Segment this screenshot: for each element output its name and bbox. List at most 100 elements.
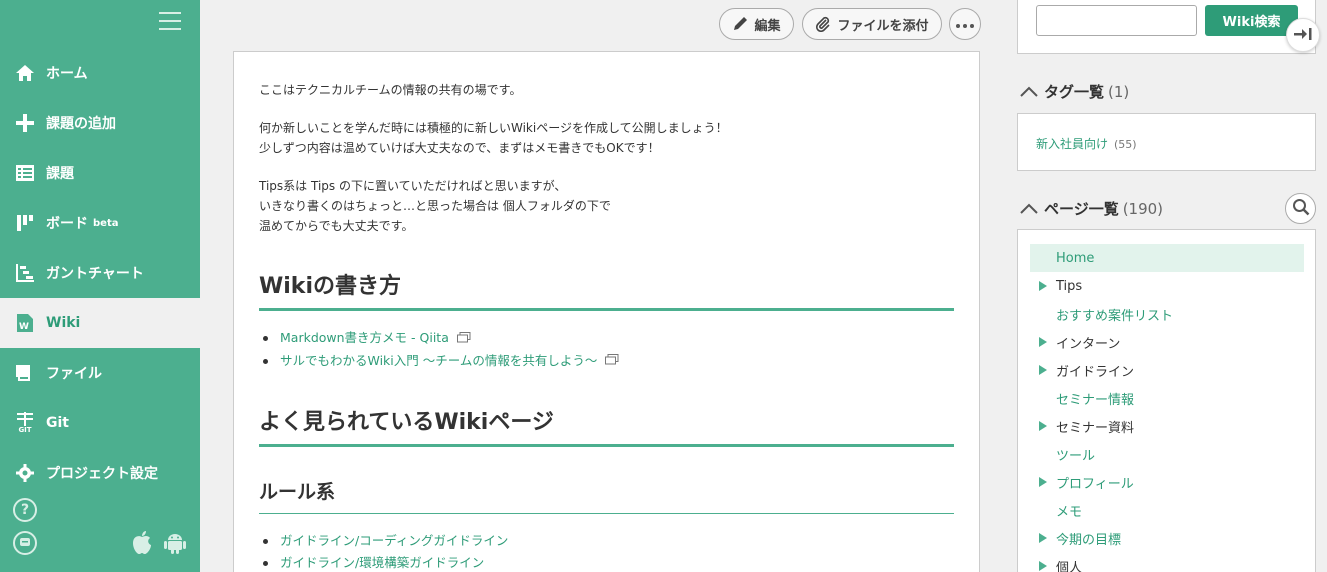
- expand-triangle-icon[interactable]: [1030, 477, 1056, 487]
- sidebar-item-label: 課題の追加: [46, 116, 116, 132]
- attach-button-label: ファイルを添付: [837, 18, 929, 34]
- page-tree-item[interactable]: Tips: [1030, 272, 1304, 300]
- sidebar-item-label: ガントチャート: [46, 266, 144, 282]
- paragraph-line: 温めてからでも大丈夫です。: [259, 219, 414, 233]
- sidebar-item-issues[interactable]: 課題: [0, 148, 200, 198]
- page-tree-item[interactable]: 個人: [1030, 552, 1304, 572]
- git-sub-label: GIT: [18, 426, 32, 434]
- list-item: ガイドライン/環境構築ガイドライン: [259, 552, 954, 572]
- sidebar-item-project-settings[interactable]: プロジェクト設定: [0, 448, 200, 498]
- page-tree-label: ガイドライン: [1056, 364, 1135, 380]
- ellipsis-icon: [956, 17, 974, 32]
- gear-icon: [14, 462, 36, 484]
- collapse-panel-button[interactable]: [1286, 18, 1320, 52]
- page-tree-item[interactable]: おすすめ案件リスト: [1030, 300, 1304, 328]
- page-tree-item[interactable]: ツール: [1030, 440, 1304, 468]
- edit-button[interactable]: 編集: [719, 8, 794, 40]
- tag-label: 新入社員向け: [1036, 137, 1109, 151]
- wiki-icon: W: [14, 312, 36, 334]
- page-tree-item[interactable]: セミナー資料: [1030, 412, 1304, 440]
- page-list-title: ページ一覧: [1044, 200, 1119, 218]
- expand-triangle-icon[interactable]: [1030, 533, 1056, 543]
- heading-popular: よく見られているWikiページ: [259, 404, 954, 447]
- page-tree-item[interactable]: ガイドライン: [1030, 356, 1304, 384]
- sidebar-item-label: ファイル: [46, 366, 102, 382]
- sidebar-item-files[interactable]: ファイル: [0, 348, 200, 398]
- more-options-button[interactable]: [949, 8, 981, 40]
- sidebar-item-label: ボード: [46, 216, 88, 232]
- svg-text:W: W: [19, 322, 29, 332]
- markdown-memo-link[interactable]: Markdown書き方メモ - Qiita: [280, 330, 449, 345]
- beta-badge: beta: [93, 217, 119, 229]
- plus-icon: [14, 112, 36, 134]
- expand-triangle-icon[interactable]: [1030, 337, 1056, 347]
- gantt-icon: [14, 262, 36, 284]
- page-tree-item[interactable]: セミナー情報: [1030, 384, 1304, 412]
- chevron-up-icon: [1020, 203, 1038, 214]
- paragraph-line: いきなり書くのはちょっと…と思った場合は 個人フォルダの下で: [259, 199, 611, 213]
- page-tree-label: ツール: [1056, 448, 1096, 464]
- sidebar-item-wiki[interactable]: W Wiki: [0, 298, 200, 348]
- sidebar-item-home[interactable]: ホーム: [0, 48, 200, 98]
- list-icon: [14, 162, 36, 184]
- sidebar-item-git[interactable]: GIT Git: [0, 398, 200, 448]
- expand-triangle-icon[interactable]: [1030, 561, 1056, 571]
- list-item: ガイドライン/コーディングガイドライン: [259, 530, 954, 552]
- page-tree-item[interactable]: プロフィール: [1030, 468, 1304, 496]
- page-tree-item[interactable]: 今期の目標: [1030, 524, 1304, 552]
- sidebar-item-label: Git: [46, 415, 69, 431]
- sidebar-item-board[interactable]: ボード beta: [0, 198, 200, 248]
- coding-guideline-link[interactable]: ガイドライン/コーディングガイドライン: [280, 533, 508, 548]
- page-list-toggle[interactable]: ページ一覧 (190): [1020, 198, 1163, 219]
- page-tree-item[interactable]: Home: [1030, 244, 1304, 272]
- edit-button-label: 編集: [754, 18, 781, 34]
- attach-file-button[interactable]: ファイルを添付: [802, 8, 942, 40]
- tag-list-count: (1): [1108, 82, 1130, 101]
- sidebar-item-gantt[interactable]: ガントチャート: [0, 248, 200, 298]
- env-guideline-link[interactable]: ガイドライン/環境構築ガイドライン: [280, 555, 484, 570]
- tag-list-title: タグ一覧: [1044, 83, 1105, 101]
- page-tree-label: セミナー情報: [1056, 392, 1135, 408]
- chat-icon[interactable]: [13, 531, 37, 555]
- paragraph: 何か新しいことを学んだ時には積極的に新しいWikiページを作成して公開しましょう…: [259, 118, 954, 158]
- intro-text: ここはテクニカルチームの情報の共有の場です。: [259, 83, 522, 97]
- page-tree-label: プロフィール: [1056, 476, 1134, 492]
- tag-count: (55): [1114, 138, 1137, 151]
- search-icon: [1292, 198, 1310, 220]
- expand-triangle-icon[interactable]: [1030, 421, 1056, 431]
- page-tree-item[interactable]: インターン: [1030, 328, 1304, 356]
- expand-triangle-icon[interactable]: [1030, 365, 1056, 375]
- external-link-icon: [605, 350, 619, 372]
- howto-link-list: Markdown書き方メモ - Qiita サルでもわかるWiki入門 〜チーム…: [259, 327, 954, 372]
- sidebar: ホーム 課題の追加 課題 ボード beta ガントチャート W Wiki ファイ…: [0, 0, 200, 572]
- wiki-content: ここはテクニカルチームの情報の共有の場です。 何か新しいことを学んだ時には積極的…: [233, 51, 980, 572]
- wiki-intro-link[interactable]: サルでもわかるWiki入門 〜チームの情報を共有しよう〜: [280, 353, 597, 368]
- help-icon[interactable]: ?: [13, 498, 37, 522]
- page-tree-item[interactable]: メモ: [1030, 496, 1304, 524]
- android-icon[interactable]: [163, 531, 187, 559]
- paragraph-line: 何か新しいことを学んだ時には積極的に新しいWikiページを作成して公開しましょう…: [259, 121, 728, 135]
- page-tree-label: Home: [1056, 250, 1095, 266]
- git-icon: GIT: [14, 412, 36, 434]
- page-tree-label: 今期の目標: [1056, 532, 1122, 548]
- tag-item[interactable]: 新入社員向け (55): [1036, 135, 1137, 152]
- paragraph: Tips系は Tips の下に置いていただければと思いますが、 いきなり書くのは…: [259, 176, 954, 236]
- page-tree-label: Tips: [1056, 278, 1083, 294]
- wiki-search-button[interactable]: Wiki検索: [1205, 5, 1298, 36]
- page-tree-label: おすすめ案件リスト: [1056, 308, 1174, 324]
- sidebar-item-label: プロジェクト設定: [46, 466, 158, 482]
- sidebar-item-label: Wiki: [46, 315, 81, 331]
- expand-triangle-icon[interactable]: [1030, 281, 1056, 291]
- apple-icon[interactable]: [131, 531, 153, 559]
- page-list-count: (190): [1122, 199, 1164, 218]
- heading-rules: ルール系: [259, 477, 954, 514]
- paragraph-line: Tips系は Tips の下に置いていただければと思いますが、: [259, 179, 567, 193]
- board-icon: [14, 212, 36, 234]
- wiki-search-input[interactable]: [1036, 5, 1197, 36]
- page-search-button[interactable]: [1285, 193, 1316, 224]
- sidebar-item-add-issue[interactable]: 課題の追加: [0, 98, 200, 148]
- chevron-up-icon: [1020, 86, 1038, 97]
- external-link-icon: [456, 328, 471, 350]
- tag-list-toggle[interactable]: タグ一覧 (1): [1020, 81, 1129, 102]
- menu-toggle-icon[interactable]: [159, 12, 181, 32]
